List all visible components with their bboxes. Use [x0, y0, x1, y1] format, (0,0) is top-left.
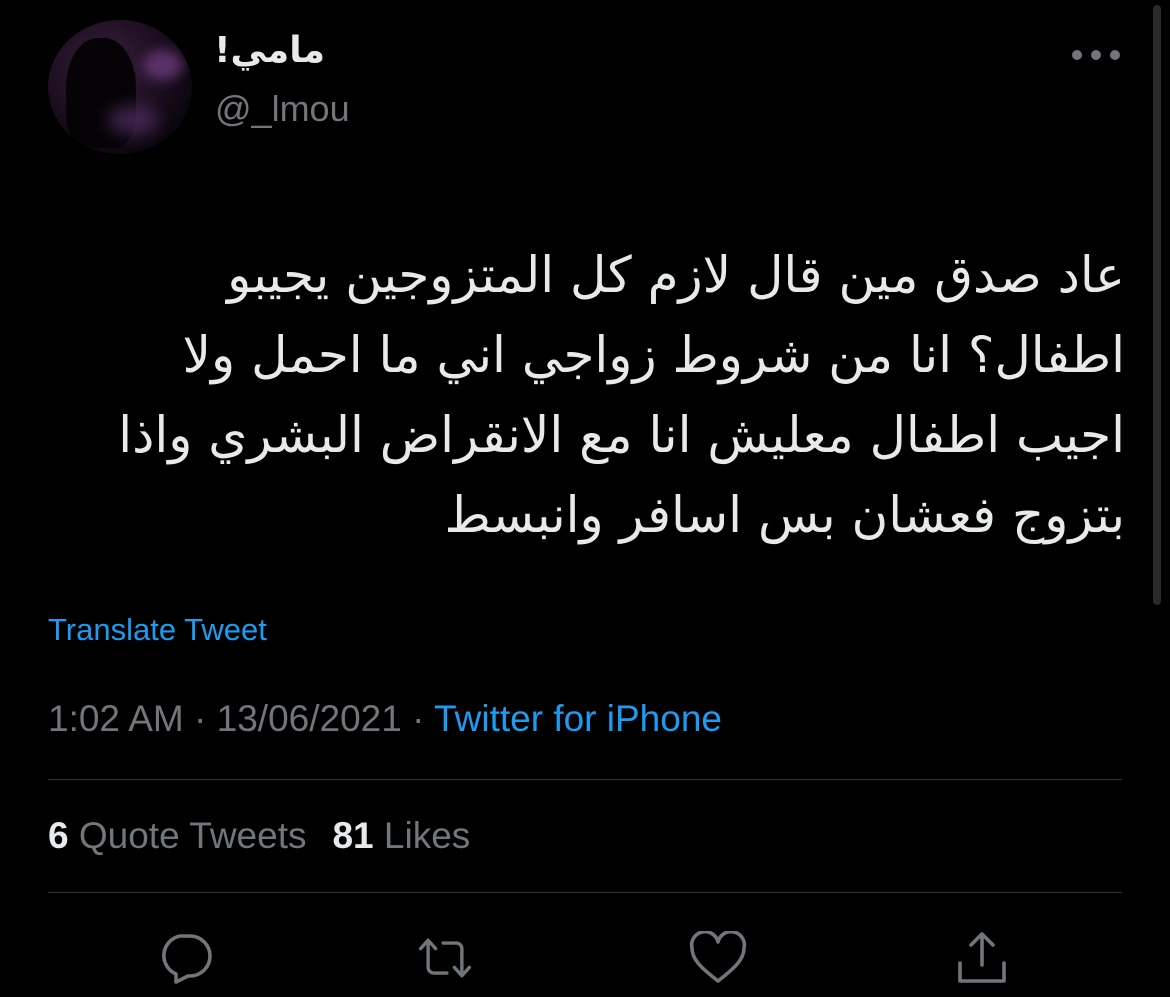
tweet-text: عاد صدق مين قال لازم كل المتزوجين يجيبو …: [118, 246, 1125, 544]
quote-count: 6: [48, 815, 69, 856]
meta-separator: ·: [194, 698, 207, 739]
reply-icon[interactable]: [155, 928, 215, 988]
dot: [1072, 50, 1082, 60]
avatar-highlight: [143, 50, 183, 80]
retweet-icon[interactable]: [415, 928, 475, 988]
divider: [48, 892, 1122, 893]
tweet-meta: 1:02 AM · 13/06/2021 · Twitter for iPhon…: [48, 698, 722, 740]
avatar[interactable]: [48, 20, 192, 154]
tweet-detail: مامي! @_lmou عاد صدق مين قال لازم كل الم…: [0, 0, 1170, 997]
likes-stat[interactable]: 81 Likes: [332, 815, 470, 856]
like-count: 81: [332, 815, 374, 856]
share-icon[interactable]: [952, 928, 1012, 988]
meta-separator: ·: [412, 698, 425, 739]
dot: [1110, 50, 1120, 60]
quote-label: Quote Tweets: [78, 815, 307, 856]
scrollbar[interactable]: [1153, 5, 1161, 605]
translate-tweet-link[interactable]: Translate Tweet: [48, 612, 267, 648]
tweet-date: 13/06/2021: [216, 698, 402, 739]
display-name[interactable]: مامي!: [214, 30, 325, 71]
heart-icon[interactable]: [688, 928, 748, 988]
divider: [48, 779, 1122, 780]
tweet-source-link[interactable]: Twitter for iPhone: [434, 698, 722, 739]
avatar-highlight: [108, 105, 158, 135]
more-horizontal-icon[interactable]: [1072, 40, 1120, 70]
tweet-stats: 6 Quote Tweets 81 Likes: [48, 815, 470, 857]
dot: [1091, 50, 1101, 60]
tweet-time: 1:02 AM: [48, 698, 184, 739]
like-label: Likes: [383, 815, 471, 856]
quote-tweets-stat[interactable]: 6 Quote Tweets: [48, 815, 306, 856]
user-handle[interactable]: @_lmou: [215, 88, 350, 130]
